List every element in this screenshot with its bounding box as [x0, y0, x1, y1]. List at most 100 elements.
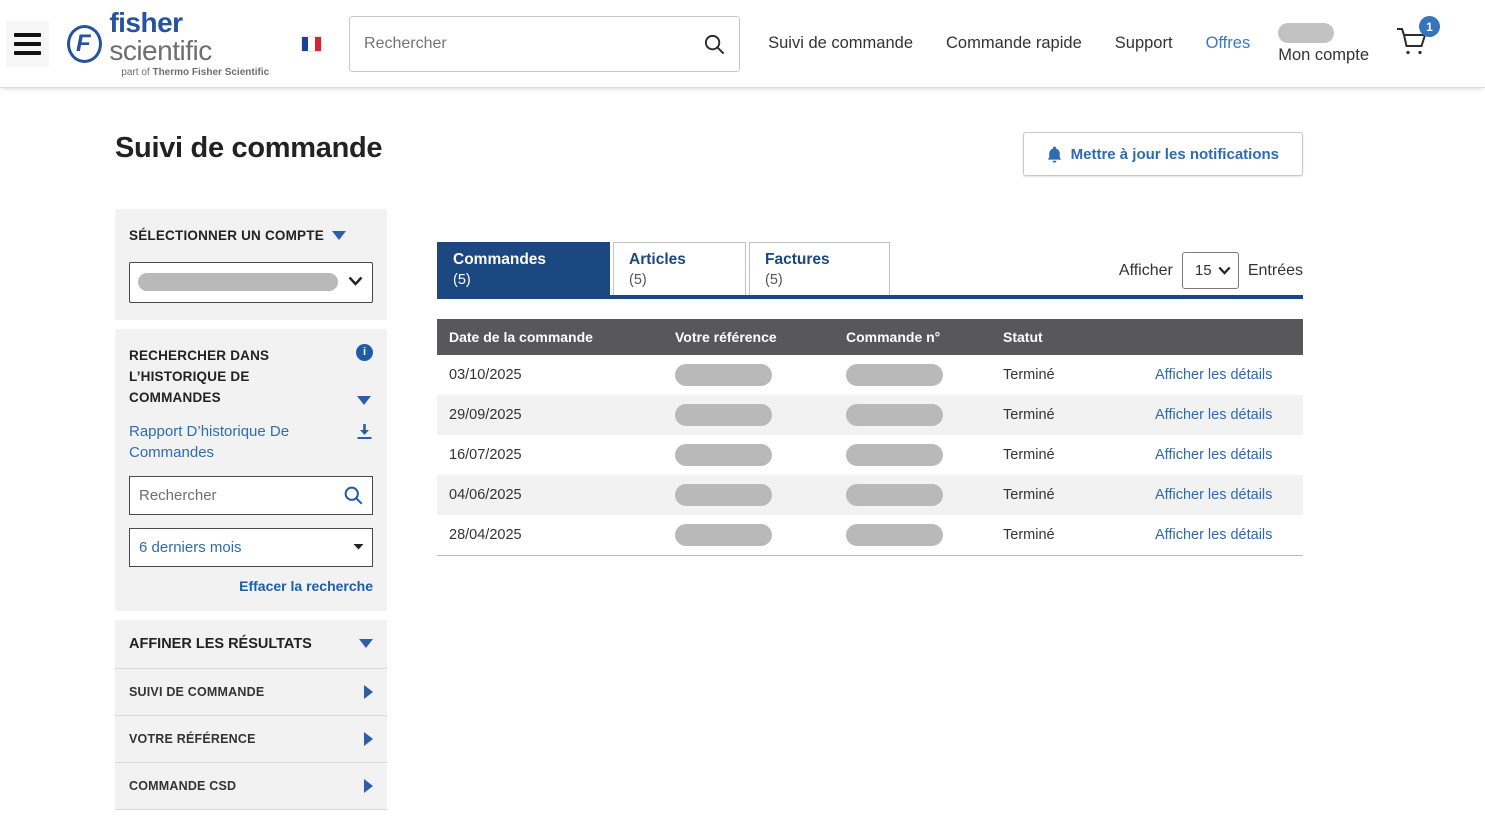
col-date: Date de la commande: [437, 319, 675, 355]
tab-label: Factures: [765, 250, 889, 271]
fisher-scientific-logo[interactable]: F fisher scientific part of Thermo Fishe…: [67, 9, 274, 78]
redacted-order-number: [846, 524, 943, 546]
redacted-order-number: [846, 404, 943, 426]
logo-brand-bold: fisher: [109, 7, 182, 38]
order-history-title: RECHERCHER DANS L’HISTORIQUE DE COMMANDE…: [129, 346, 329, 409]
clear-search-link[interactable]: Effacer la recherche: [129, 578, 373, 594]
filter-label: VOTRE RÉFÉRENCE: [129, 732, 256, 746]
redacted-order-number: [846, 484, 943, 506]
filter-suivi-de-commande[interactable]: SUIVI DE COMMANDE: [115, 668, 387, 715]
expand-arrow-icon: [364, 779, 373, 793]
page-size-suffix-label: Entrées: [1248, 262, 1303, 280]
filter-votre-reference[interactable]: VOTRE RÉFÉRENCE: [115, 715, 387, 762]
order-date: 04/06/2025: [437, 475, 675, 515]
order-status: Terminé: [1003, 475, 1155, 515]
redacted-account-name: [1278, 23, 1334, 43]
nav-offres[interactable]: Offres: [1206, 34, 1251, 53]
account-label[interactable]: Mon compte: [1278, 46, 1369, 65]
order-status: Terminé: [1003, 435, 1155, 475]
collapse-arrow-icon: [359, 639, 373, 648]
hamburger-menu-icon[interactable]: [6, 21, 49, 67]
table-row: 28/04/2025 Terminé Afficher les détails: [437, 515, 1303, 555]
redacted-reference: [675, 444, 772, 466]
redacted-reference: [675, 524, 772, 546]
filters-sidebar: SÉLECTIONNER UN COMPTE RECHERCHER DANS L…: [115, 209, 387, 819]
tab-count: (5): [765, 271, 889, 291]
table-row: 16/07/2025 Terminé Afficher les détails: [437, 435, 1303, 475]
redacted-order-number: [846, 364, 943, 386]
redacted-reference: [675, 364, 772, 386]
redacted-reference: [675, 484, 772, 506]
orders-panel: Commandes (5) Articles (5) Factures (5) …: [437, 209, 1303, 556]
col-actions: [1155, 319, 1303, 355]
view-details-link[interactable]: Afficher les détails: [1155, 407, 1272, 423]
update-notifications-button[interactable]: Mettre à jour les notifications: [1023, 132, 1303, 176]
tab-count: (5): [629, 271, 745, 291]
expand-arrow-icon: [364, 685, 373, 699]
update-notifications-label: Mettre à jour les notifications: [1071, 146, 1279, 163]
chevron-down-icon: [353, 538, 364, 556]
chevron-down-icon: [1218, 262, 1231, 280]
view-details-link[interactable]: Afficher les détails: [1155, 527, 1272, 543]
search-icon[interactable]: [343, 485, 364, 511]
page-size-value: 15: [1195, 262, 1212, 279]
tab-factures[interactable]: Factures (5): [749, 242, 890, 295]
order-date: 03/10/2025: [437, 355, 675, 395]
redacted-account-value: [138, 273, 338, 291]
order-status: Terminé: [1003, 355, 1155, 395]
view-details-link[interactable]: Afficher les détails: [1155, 447, 1272, 463]
nav-commande-rapide[interactable]: Commande rapide: [946, 34, 1082, 53]
account-select[interactable]: [129, 262, 373, 303]
french-flag-icon[interactable]: [302, 37, 321, 51]
filter-label: SUIVI DE COMMANDE: [129, 685, 264, 699]
select-account-header[interactable]: SÉLECTIONNER UN COMPTE: [129, 226, 373, 247]
order-status: Terminé: [1003, 515, 1155, 555]
history-search-input[interactable]: [130, 477, 372, 514]
col-status: Statut: [1003, 319, 1155, 355]
table-row: 29/09/2025 Terminé Afficher les détails: [437, 395, 1303, 435]
refine-results-header[interactable]: AFFINER LES RÉSULTATS: [115, 620, 387, 668]
top-header: F fisher scientific part of Thermo Fishe…: [0, 0, 1485, 88]
search-icon[interactable]: [703, 33, 726, 61]
page-size-select[interactable]: 15: [1182, 252, 1239, 289]
order-history-report[interactable]: Rapport D’historique De Commandes: [129, 421, 373, 463]
collapse-arrow-icon[interactable]: [357, 396, 371, 405]
refine-results-section: AFFINER LES RÉSULTATS SUIVI DE COMMANDE …: [115, 620, 387, 810]
table-row: 04/06/2025 Terminé Afficher les détails: [437, 475, 1303, 515]
period-selected-value: 6 derniers mois: [139, 539, 242, 556]
view-details-link[interactable]: Afficher les détails: [1155, 487, 1272, 503]
order-history-report-link[interactable]: Rapport D’historique De Commandes: [129, 421, 329, 463]
order-status: Terminé: [1003, 395, 1155, 435]
select-account-title: SÉLECTIONNER UN COMPTE: [129, 228, 324, 243]
order-date: 16/07/2025: [437, 435, 675, 475]
search-input[interactable]: [349, 16, 740, 72]
tab-count: (5): [453, 271, 609, 291]
order-date: 28/04/2025: [437, 515, 675, 555]
cart-button[interactable]: 1: [1395, 25, 1429, 62]
period-select[interactable]: 6 derniers mois: [129, 528, 373, 567]
view-details-link[interactable]: Afficher les détails: [1155, 367, 1272, 383]
account-menu[interactable]: Mon compte: [1278, 23, 1369, 65]
redacted-order-number: [846, 444, 943, 466]
page-size-prefix-label: Afficher: [1119, 262, 1173, 280]
filter-label: COMMANDE CSD: [129, 779, 236, 793]
primary-nav: Suivi de commande Commande rapide Suppor…: [768, 34, 1250, 53]
chevron-down-icon: [348, 273, 363, 291]
info-icon[interactable]: i: [356, 344, 373, 361]
page-title: Suivi de commande: [115, 132, 382, 165]
logo-f-icon: F: [67, 25, 102, 63]
filter-commande-csd[interactable]: COMMANDE CSD: [115, 762, 387, 809]
tab-commandes[interactable]: Commandes (5): [437, 242, 610, 299]
logo-brand-light: scientific: [109, 35, 211, 66]
nav-support[interactable]: Support: [1115, 34, 1173, 53]
history-search-field: [129, 476, 373, 515]
tab-label: Articles: [629, 250, 745, 271]
cart-count-badge: 1: [1419, 16, 1440, 37]
order-date: 29/09/2025: [437, 395, 675, 435]
logo-tagline: part of Thermo Fisher Scientific: [121, 68, 274, 78]
nav-suivi-de-commande[interactable]: Suivi de commande: [768, 34, 913, 53]
download-icon[interactable]: [356, 423, 373, 445]
tab-articles[interactable]: Articles (5): [613, 242, 746, 295]
table-header-row: Date de la commande Votre référence Comm…: [437, 319, 1303, 355]
col-reference: Votre référence: [675, 319, 846, 355]
